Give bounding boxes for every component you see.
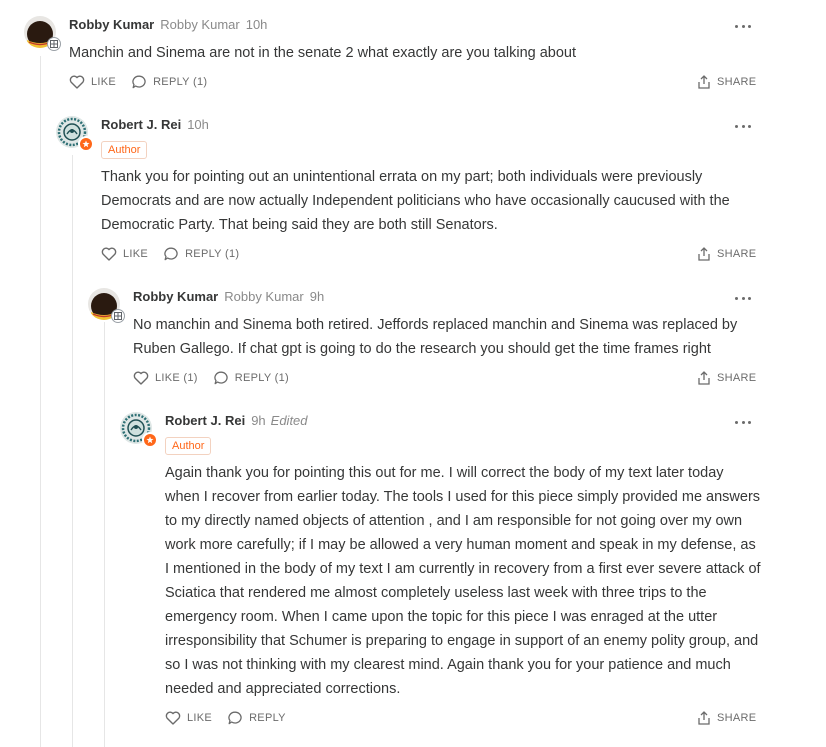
- like-button[interactable]: LIKE: [165, 711, 212, 725]
- commenter-name[interactable]: Robert J. Rei: [101, 117, 181, 132]
- author-badge: Author: [165, 437, 212, 455]
- like-button[interactable]: LIKE (1): [133, 371, 198, 385]
- commenter-handle[interactable]: Robby Kumar: [160, 17, 239, 32]
- avatar[interactable]: [24, 16, 61, 51]
- share-label: SHARE: [717, 76, 757, 88]
- comment-body: No manchin and Sinema both retired. Jeff…: [133, 317, 738, 357]
- comment-actions: LIKE REPLY (1): [69, 75, 223, 89]
- avatar[interactable]: [56, 116, 94, 152]
- reply-button[interactable]: REPLY (1): [132, 75, 207, 89]
- comment-header: Robby Kumar Robby Kumar 10h: [69, 17, 267, 32]
- share-icon: [698, 75, 710, 89]
- comment-time[interactable]: 10h: [246, 17, 268, 32]
- share-icon: [698, 711, 710, 725]
- comment-header: Robby Kumar Robby Kumar 9h: [133, 289, 324, 304]
- share-button[interactable]: SHARE: [697, 711, 756, 725]
- reply-label: REPLY (1): [234, 372, 290, 384]
- share-button[interactable]: SHARE: [697, 75, 756, 89]
- heart-icon: [101, 247, 117, 261]
- comment-header: Robert J. Rei 10h: [101, 117, 209, 132]
- comment-time[interactable]: 9h: [310, 289, 324, 304]
- subscriber-badge-icon: [47, 37, 61, 51]
- like-label: LIKE: [123, 248, 149, 260]
- heart-icon: [165, 711, 181, 725]
- reply-label: REPLY (1): [185, 248, 240, 260]
- share-label: SHARE: [717, 248, 757, 260]
- commenter-handle[interactable]: Robby Kumar: [224, 289, 303, 304]
- subscriber-badge-icon: [111, 309, 125, 323]
- heart-icon: [133, 371, 149, 385]
- comment-actions: LIKE (1) REPLY (1): [133, 371, 305, 385]
- thread-line: [72, 155, 73, 747]
- comment-body: Again thank you for pointing this out fo…: [165, 465, 761, 697]
- share-label: SHARE: [717, 372, 757, 384]
- more-options-icon[interactable]: [735, 419, 751, 425]
- author-star-icon: [78, 136, 94, 152]
- reply-button[interactable]: REPLY (1): [214, 371, 289, 385]
- heart-icon: [69, 75, 85, 89]
- comment-body: Manchin and Sinema are not in the senate…: [69, 45, 577, 61]
- more-options-icon[interactable]: [735, 295, 751, 301]
- thread-line: [104, 322, 105, 747]
- commenter-name[interactable]: Robert J. Rei: [165, 413, 245, 428]
- avatar[interactable]: [120, 412, 158, 448]
- comment-actions: LIKE REPLY (1): [101, 247, 255, 261]
- comment-time[interactable]: 10h: [187, 117, 209, 132]
- share-button[interactable]: SHARE: [697, 371, 756, 385]
- comment-bubble-icon: [164, 247, 178, 261]
- like-label: LIKE: [91, 76, 117, 88]
- reply-label: REPLY: [249, 712, 286, 724]
- more-options-icon[interactable]: [735, 123, 751, 129]
- author-star-icon: [142, 432, 158, 448]
- reply-button[interactable]: REPLY (1): [164, 247, 239, 261]
- thread-line: [40, 56, 41, 747]
- avatar[interactable]: [88, 288, 125, 323]
- share-label: SHARE: [717, 712, 757, 724]
- comment-bubble-icon: [132, 75, 146, 89]
- comment-body: Thank you for pointing out an unintentio…: [101, 169, 730, 233]
- more-options-icon[interactable]: [735, 23, 751, 29]
- comment-time[interactable]: 9h: [251, 413, 265, 428]
- commenter-name[interactable]: Robby Kumar: [69, 17, 154, 32]
- comment-bubble-icon: [214, 371, 228, 385]
- like-button[interactable]: LIKE: [69, 75, 116, 89]
- share-icon: [698, 247, 710, 261]
- reply-button[interactable]: REPLY: [228, 711, 286, 725]
- comment-actions: LIKE REPLY: [165, 711, 302, 725]
- comment-bubble-icon: [228, 711, 242, 725]
- share-button[interactable]: SHARE: [697, 247, 756, 261]
- like-label: LIKE (1): [155, 372, 198, 384]
- comment-header: Robert J. Rei 9h Edited: [165, 413, 308, 428]
- edited-label: Edited: [270, 413, 308, 428]
- like-label: LIKE: [187, 712, 213, 724]
- commenter-name[interactable]: Robby Kumar: [133, 289, 218, 304]
- reply-label: REPLY (1): [153, 76, 208, 88]
- like-button[interactable]: LIKE: [101, 247, 148, 261]
- share-icon: [698, 371, 710, 385]
- author-badge: Author: [101, 141, 148, 159]
